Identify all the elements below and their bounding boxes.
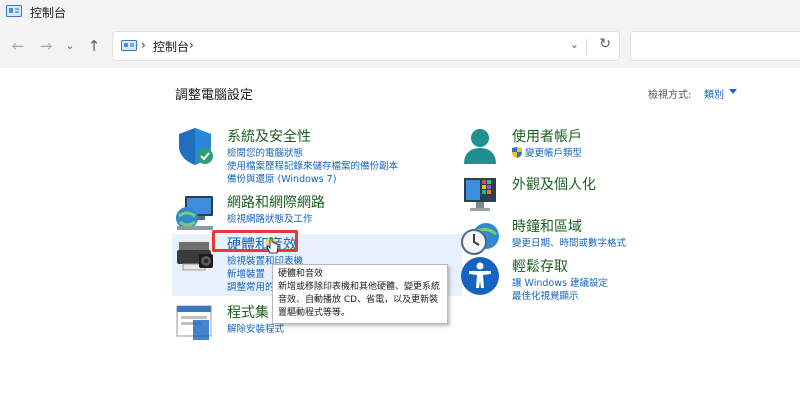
category-system-security: 系統及安全性 檢閱您的電腦狀態 使用檔案歷程記錄來儲存檔案的備份副本 備份與還原…	[175, 126, 435, 186]
category-user-accounts: 使用者帳戶 變更帳戶類型	[460, 126, 720, 166]
tooltip-title: 硬體和音效	[278, 269, 324, 279]
forward-button[interactable]: →	[36, 36, 56, 56]
category-link[interactable]: 檢閱您的電腦狀態	[227, 145, 303, 159]
breadcrumb-separator[interactable]: ›	[141, 38, 146, 52]
shield-icon	[179, 128, 213, 165]
category-link[interactable]: 調整常用的	[227, 279, 275, 293]
category-link[interactable]: 檢視網路狀態及工作	[227, 211, 313, 225]
category-appearance: 外觀及個人化	[460, 174, 720, 214]
printer-icon	[177, 242, 213, 271]
view-by-label: 檢視方式:	[648, 90, 692, 101]
clock-globe-icon	[461, 223, 499, 255]
user-accounts-icon	[464, 129, 496, 164]
view-by-dropdown[interactable]: 類別	[704, 86, 724, 101]
category-title[interactable]: 時鐘和區域	[512, 216, 582, 236]
appearance-icon	[464, 178, 496, 211]
navigation-bar: ← → ⌄ ↑ › 控制台 › ⌄ ↻	[0, 24, 800, 68]
category-title[interactable]: 網路和網際網路	[227, 192, 325, 212]
uac-shield-icon	[512, 147, 522, 158]
highlight-box	[212, 230, 298, 252]
category-link[interactable]: 變更帳戶類型	[512, 145, 582, 159]
category-title[interactable]: 系統及安全性	[227, 126, 311, 146]
category-link[interactable]: 變更日期、時間或數字格式	[512, 235, 626, 249]
hand-cursor-icon	[266, 237, 279, 254]
category-link-label[interactable]: 變更帳戶類型	[525, 148, 582, 159]
category-title[interactable]: 外觀及個人化	[512, 174, 596, 194]
category-title[interactable]: 程式集	[227, 302, 269, 322]
category-link[interactable]: 讓 Windows 建議設定	[512, 275, 608, 289]
address-dropdown-button[interactable]: ⌄	[570, 38, 579, 51]
category-ease-of-access: 輕鬆存取 讓 Windows 建議設定 最佳化視覺顯示	[460, 256, 720, 304]
category-clock-region: 時鐘和區域 變更日期、時間或數字格式	[460, 216, 720, 256]
back-button[interactable]: ←	[8, 36, 28, 56]
category-link[interactable]: 最佳化視覺顯示	[512, 288, 579, 302]
recent-locations-button[interactable]: ⌄	[60, 36, 80, 56]
control-panel-icon	[121, 40, 137, 51]
page-title: 調整電腦設定	[175, 88, 254, 103]
refresh-button[interactable]: ↻	[599, 36, 611, 52]
title-bar: 控制台	[0, 0, 800, 24]
category-title[interactable]: 輕鬆存取	[512, 256, 568, 276]
category-network-internet: 網路和網際網路 檢視網路狀態及工作	[175, 192, 435, 230]
tooltip-body: 新增或移除印表機和其他硬體、變更系統音效、自動播放 CD、省電，以及更新裝置驅動…	[278, 282, 441, 318]
up-button[interactable]: ↑	[84, 36, 104, 56]
network-globe-icon	[176, 196, 213, 230]
address-bar[interactable]: › 控制台 › ⌄ ↻	[112, 31, 620, 61]
tooltip: 硬體和音效 新增或移除印表機和其他硬體、變更系統音效、自動播放 CD、省電，以及…	[272, 264, 448, 324]
category-title[interactable]: 使用者帳戶	[512, 126, 582, 146]
search-input[interactable]	[630, 31, 800, 61]
programs-icon	[176, 305, 212, 340]
divider	[586, 39, 587, 55]
category-link[interactable]: 新增裝置	[227, 266, 265, 280]
category-link[interactable]: 使用檔案歷程記錄來儲存檔案的備份副本	[227, 158, 398, 172]
category-link[interactable]: 備份與還原 (Windows 7)	[227, 171, 336, 185]
breadcrumb-control-panel[interactable]: 控制台	[153, 38, 189, 55]
breadcrumb-separator[interactable]: ›	[189, 38, 194, 52]
accessibility-icon	[461, 257, 499, 295]
main-content: 調整電腦設定 檢視方式: 類別 系統及安全性 檢閱您的電腦狀態 使用檔案歷程記錄…	[0, 68, 800, 413]
window-title: 控制台	[30, 5, 67, 20]
chevron-down-icon[interactable]	[729, 89, 737, 94]
control-panel-icon	[6, 5, 22, 17]
